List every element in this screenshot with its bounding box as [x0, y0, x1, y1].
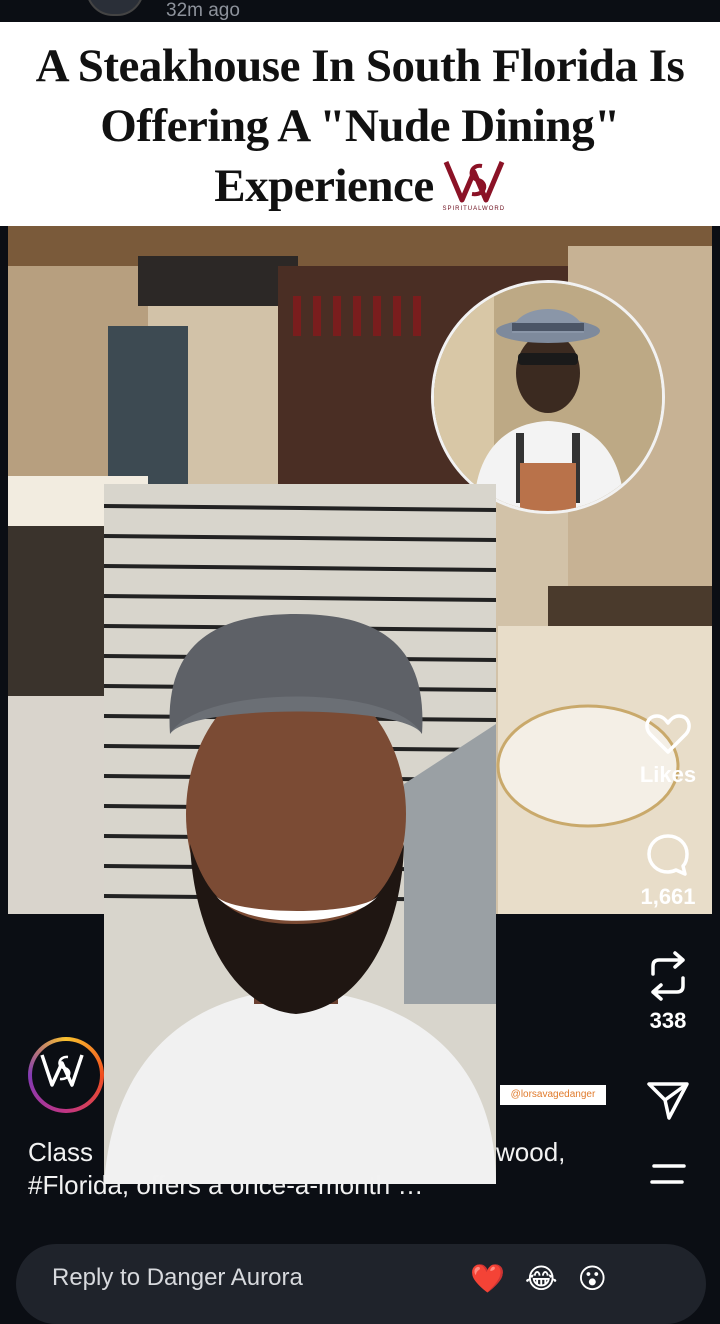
headline-banner: A Steakhouse In South Florida Is Offerin… [0, 22, 720, 226]
chef-inset [431, 280, 665, 514]
previous-post-avatar[interactable] [86, 0, 144, 16]
likes-label: Likes [639, 762, 697, 787]
comment-button[interactable]: 1,661 [632, 832, 704, 910]
heart-icon [645, 714, 691, 754]
caption-line-2: #Florida, offers a once-a-month … [28, 1170, 424, 1200]
laugh-emoji-button[interactable]: 😂 [525, 1263, 578, 1294]
share-icon [647, 1082, 689, 1120]
more-menu-button[interactable] [632, 1162, 704, 1188]
watermark-handle: @lorsavagedanger [500, 1085, 606, 1105]
selfie-video-frame[interactable] [104, 484, 496, 1184]
quick-reactions[interactable]: ❤️😂😮 [470, 1262, 627, 1295]
channel-avatar[interactable] [28, 1037, 104, 1113]
post-caption[interactable]: Class wood, #Florida, offers a once-a-mo… [28, 1136, 588, 1202]
reply-placeholder: Reply to Danger Aurora [52, 1264, 303, 1291]
headline: A Steakhouse In South Florida Is Offerin… [10, 36, 710, 218]
headline-text: A Steakhouse In South Florida Is Offerin… [35, 40, 685, 212]
share-button[interactable] [632, 1078, 704, 1122]
brand-logo: SPIRITUALWORD [442, 156, 506, 212]
repost-icon [651, 951, 685, 1001]
comment-icon [647, 834, 689, 876]
heart-emoji-button[interactable]: ❤️ [470, 1263, 525, 1294]
reply-input[interactable]: Reply to Danger Aurora ❤️😂😮 [16, 1244, 706, 1324]
wow-emoji-button[interactable]: 😮 [578, 1263, 627, 1294]
brand-avatar-icon [40, 1054, 84, 1087]
comments-count: 1,661 [640, 884, 696, 909]
caption-line-1-right: wood, [496, 1137, 566, 1167]
repost-button[interactable]: 338 [632, 950, 704, 1034]
like-button[interactable]: Likes [632, 712, 704, 788]
reposts-count: 338 [649, 1008, 687, 1033]
top-strip: 32m ago [0, 0, 720, 22]
menu-icon [650, 1164, 686, 1184]
brand-logo-caption: SPIRITUALWORD [442, 206, 506, 213]
post-timestamp: 32m ago [166, 0, 240, 21]
